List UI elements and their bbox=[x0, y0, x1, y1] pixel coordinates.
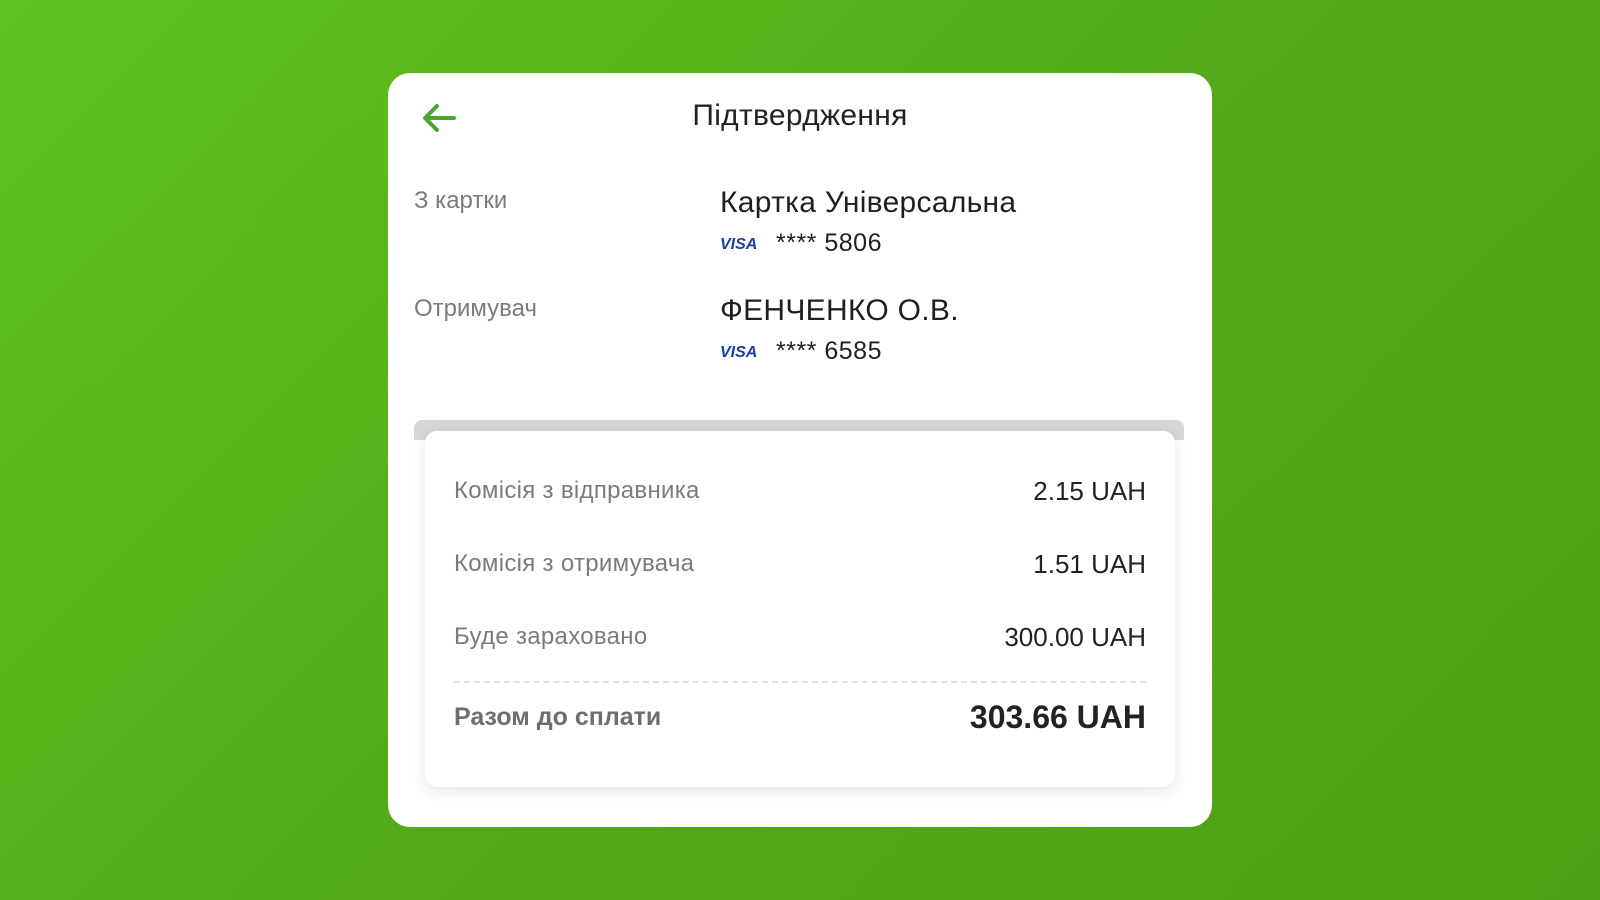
svg-text:VISA: VISA bbox=[720, 236, 757, 253]
summary-row-recipient-fee: Комісія з отримувача 1.51 UAH bbox=[454, 544, 1146, 584]
total-value: 303.66 UAH bbox=[969, 698, 1146, 735]
confirmation-card: Підтвердження З картки Картка Універсаль… bbox=[388, 73, 1212, 827]
recipient-row: Отримувач ФЕНЧЕНКО О.В. VISA **** 6585 bbox=[414, 291, 1184, 399]
page-title: Підтвердження bbox=[692, 99, 908, 132]
summary-label: Буде зараховано bbox=[454, 623, 648, 650]
from-card-number: **** 5806 bbox=[776, 228, 882, 257]
recipient-name: ФЕНЧЕНКО О.В. bbox=[720, 294, 959, 327]
from-card-info: Картка Універсальна VISA **** 5806 bbox=[720, 183, 1016, 259]
summary-label: Комісія з отримувача bbox=[454, 550, 695, 577]
recipient-label: Отримувач bbox=[414, 295, 537, 322]
transfer-details: З картки Картка Універсальна VISA **** 5… bbox=[414, 183, 1184, 399]
from-card-name: Картка Універсальна bbox=[720, 186, 1017, 219]
summary-value: 300.00 UAH bbox=[1004, 621, 1146, 652]
summary-row-total: Разом до сплати 303.66 UAH bbox=[454, 697, 1146, 737]
summary-label: Комісія з відправника bbox=[454, 477, 700, 504]
summary-divider bbox=[454, 681, 1146, 683]
summary-row-credited: Буде зараховано 300.00 UAH bbox=[454, 617, 1146, 657]
total-label: Разом до сплати bbox=[454, 702, 662, 731]
summary-value: 2.15 UAH bbox=[1033, 475, 1146, 506]
payment-summary: Комісія з відправника 2.15 UAH Комісія з… bbox=[425, 431, 1175, 787]
from-card-row: З картки Картка Універсальна VISA **** 5… bbox=[414, 183, 1184, 291]
visa-icon: VISA bbox=[720, 341, 760, 361]
header: Підтвердження bbox=[388, 73, 1212, 163]
recipient-card-number-line: VISA **** 6585 bbox=[720, 335, 959, 367]
summary-value: 1.51 UAH bbox=[1033, 548, 1146, 579]
recipient-info: ФЕНЧЕНКО О.В. VISA **** 6585 bbox=[720, 291, 959, 367]
from-card-number-line: VISA **** 5806 bbox=[720, 227, 1016, 259]
visa-icon: VISA bbox=[720, 233, 760, 253]
svg-text:VISA: VISA bbox=[720, 344, 757, 361]
summary-row-sender-fee: Комісія з відправника 2.15 UAH bbox=[454, 471, 1146, 511]
recipient-card-number: **** 6585 bbox=[776, 336, 882, 365]
from-card-label: З картки bbox=[414, 187, 508, 214]
